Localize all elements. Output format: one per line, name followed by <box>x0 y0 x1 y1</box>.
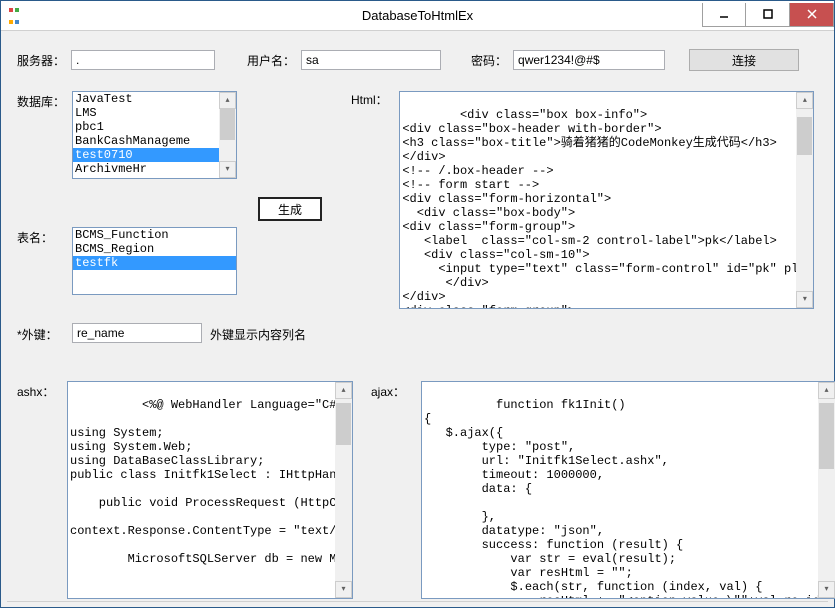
html-area: Html： <div class="box box-info"> <div cl… <box>351 91 818 309</box>
fk-hint: 外键显示内容列名 <box>210 324 306 343</box>
password-label: 密码： <box>471 52 507 69</box>
fk-input[interactable] <box>72 323 202 343</box>
scroll-down-icon[interactable]: ▾ <box>335 581 352 598</box>
scroll-down-icon[interactable]: ▾ <box>219 161 236 178</box>
scroll-down-icon[interactable]: ▾ <box>818 581 835 598</box>
ajax-textbox[interactable]: function fk1Init() { $.ajax({ type: "pos… <box>421 381 835 599</box>
tables-listbox[interactable]: BCMS_FunctionBCMS_Regiontestfk <box>72 227 237 295</box>
generate-button[interactable]: 生成 <box>258 197 322 221</box>
list-item[interactable]: BankCashManageme <box>73 134 219 148</box>
scroll-up-icon[interactable]: ▴ <box>818 382 835 399</box>
html-label: Html： <box>351 91 396 108</box>
list-item[interactable]: ArchivmeHr <box>73 162 219 176</box>
scroll-up-icon[interactable]: ▴ <box>796 92 813 109</box>
ashx-textbox[interactable]: <%@ WebHandler Language="C#" Class="Init… <box>67 381 353 599</box>
app-window: DatabaseToHtmlEx 服务器： 用户名： 密码： 连接 <box>0 0 835 608</box>
list-item[interactable]: test0710 <box>73 148 219 162</box>
bottom-row: ashx： <%@ WebHandler Language="C#" Class… <box>17 381 818 599</box>
tables-label: 表名： <box>17 227 72 246</box>
list-item[interactable]: testfk <box>73 256 236 270</box>
footer-separator <box>7 601 828 602</box>
user-label: 用户名： <box>247 52 295 69</box>
scroll-down-icon[interactable]: ▾ <box>796 291 813 308</box>
server-label: 服务器： <box>17 52 65 69</box>
list-item[interactable]: LMS <box>73 106 219 120</box>
server-input[interactable] <box>71 50 215 70</box>
scroll-up-icon[interactable]: ▴ <box>219 92 236 109</box>
fk-label: *外键： <box>17 324 72 343</box>
ajax-area: ajax： function fk1Init() { $.ajax({ type… <box>371 381 835 599</box>
left-column: 数据库： JavaTestLMSpbc1BankCashManagemetest… <box>17 91 342 361</box>
database-listbox[interactable]: JavaTestLMSpbc1BankCashManagemetest0710A… <box>72 91 237 179</box>
ashx-scrollbar[interactable]: ▴ ▾ <box>335 382 352 598</box>
list-item[interactable]: JavaTest <box>73 92 219 106</box>
fk-field: *外键： 外键显示内容列名 <box>17 323 342 343</box>
scroll-up-icon[interactable]: ▴ <box>335 382 352 399</box>
user-input[interactable] <box>301 50 441 70</box>
database-field: 数据库： JavaTestLMSpbc1BankCashManagemetest… <box>17 91 342 179</box>
list-item[interactable]: pbc1 <box>73 120 219 134</box>
ashx-label: ashx： <box>17 381 67 400</box>
tables-field: 表名： BCMS_FunctionBCMS_Regiontestfk <box>17 227 342 295</box>
ajax-label: ajax： <box>371 381 421 400</box>
html-textbox[interactable]: <div class="box box-info"> <div class="b… <box>399 91 814 309</box>
ajax-scrollbar[interactable]: ▴ ▾ <box>818 382 835 598</box>
db-scrollbar[interactable]: ▴ ▾ <box>219 92 236 178</box>
connection-row: 服务器： 用户名： 密码： 连接 <box>17 49 818 71</box>
password-input[interactable] <box>513 50 665 70</box>
client-area: 服务器： 用户名： 密码： 连接 数据库： JavaTestLMSpbc1Ban… <box>1 31 834 607</box>
titlebar: DatabaseToHtmlEx <box>1 1 834 31</box>
connect-button[interactable]: 连接 <box>689 49 799 71</box>
list-item[interactable]: BCMS_Region <box>73 242 236 256</box>
database-label: 数据库： <box>17 91 72 110</box>
window-title: DatabaseToHtmlEx <box>1 8 834 23</box>
list-item[interactable]: BCMS_Function <box>73 228 236 242</box>
ashx-area: ashx： <%@ WebHandler Language="C#" Class… <box>17 381 353 599</box>
html-scrollbar[interactable]: ▴ ▾ <box>796 92 813 308</box>
